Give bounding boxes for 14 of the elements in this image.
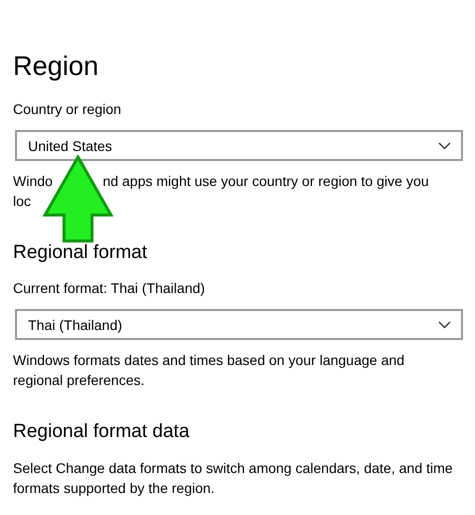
page-title: Region — [13, 50, 100, 82]
section-heading: Regional format — [13, 241, 148, 265]
description-text: Windo — [13, 172, 53, 191]
dropdown[interactable]: Thai (Thailand) — [15, 309, 463, 340]
dropdown[interactable]: United States — [15, 130, 463, 161]
chevron-down-icon — [438, 142, 451, 150]
section-heading: Regional format data — [13, 420, 190, 444]
description-text: Windows formats dates and times based on your language and regional preferences. — [13, 351, 406, 390]
field-label: Country or region — [13, 100, 122, 118]
chevron-down-icon — [438, 320, 451, 328]
field-label: Current format: Thai (Thailand) — [13, 279, 206, 297]
description-text: loc — [13, 192, 31, 211]
description-text: Select Change data formats to switch among calendars, date, and time formats supported by the region. — [13, 459, 454, 498]
description-text: nd apps might use your country or region to give you — [102, 172, 429, 191]
